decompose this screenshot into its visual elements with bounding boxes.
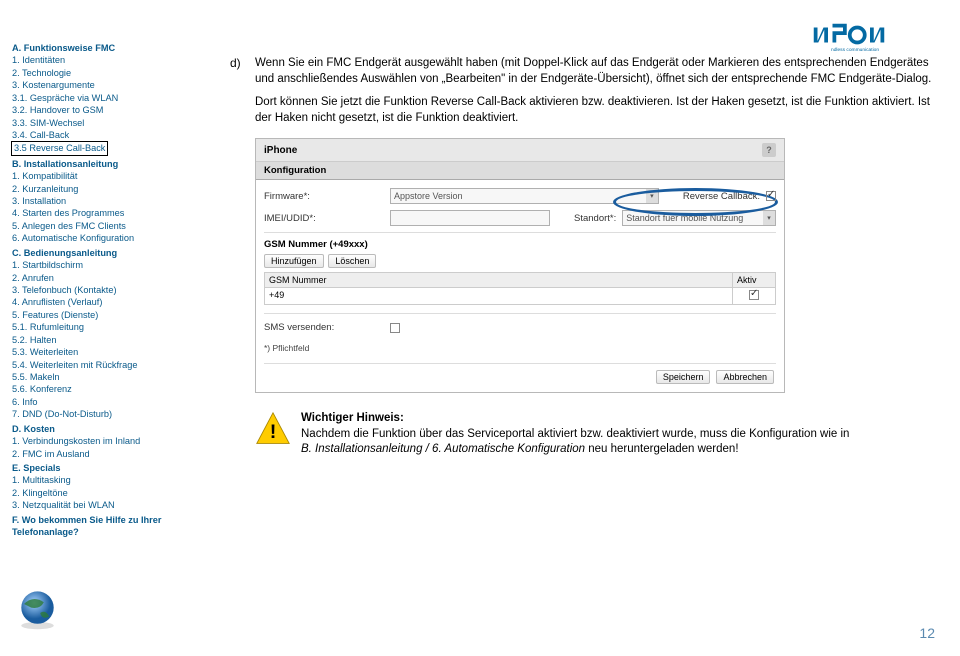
toc-a3[interactable]: 3. Kostenargumente (12, 79, 197, 91)
toc-a1[interactable]: 1. Identitäten (12, 54, 197, 66)
firmware-label: Firmware*: (264, 191, 384, 202)
sms-label: SMS versenden: (264, 322, 384, 333)
toc-f-head[interactable]: F. Wo bekommen Sie Hilfe zu Ihrer Telefo… (12, 514, 197, 539)
gsm-table-header: GSM Nummer Aktiv (264, 272, 776, 288)
sms-checkbox (390, 323, 400, 333)
toc-c54[interactable]: 5.4. Weiterleiten mit Rückfrage (12, 359, 197, 371)
toc-b1[interactable]: 1. Kompatibilität (12, 170, 197, 182)
toc-a34[interactable]: 3.4. Call-Back (12, 129, 197, 141)
toc-c53[interactable]: 5.3. Weiterleiten (12, 346, 197, 358)
toc-e2[interactable]: 2. Klingeltöne (12, 487, 197, 499)
toc-d-head[interactable]: D. Kosten (12, 423, 197, 435)
add-button: Hinzufügen (264, 254, 324, 268)
cancel-button: Abbrechen (716, 370, 774, 384)
toc-b3[interactable]: 3. Installation (12, 195, 197, 207)
toc-c51[interactable]: 5.1. Rufumleitung (12, 321, 197, 333)
standort-label: Standort*: (574, 213, 616, 224)
imei-label: IMEI/UDID*: (264, 213, 384, 224)
toc-c5[interactable]: 5. Features (Dienste) (12, 309, 197, 321)
required-footnote: *) Pflichtfeld (264, 343, 776, 353)
gsm-table-row: +49 (264, 288, 776, 305)
toc-b4[interactable]: 4. Starten des Programmes (12, 207, 197, 219)
toc-b5[interactable]: 5. Anlegen des FMC Clients (12, 220, 197, 232)
toc-c56[interactable]: 5.6. Konferenz (12, 383, 197, 395)
paragraph-1: Wenn Sie ein FMC Endgerät ausgewählt hab… (255, 56, 935, 87)
warning-box: ! Wichtiger Hinweis: Nachdem die Funktio… (255, 411, 935, 458)
gsm-section-header: GSM Nummer (+49xxx) (264, 239, 776, 250)
toc-e-head[interactable]: E. Specials (12, 462, 197, 474)
toc-c7[interactable]: 7. DND (Do-Not-Disturb) (12, 408, 197, 420)
gsm-value: +49 (265, 288, 733, 304)
page-number: 12 (919, 625, 935, 641)
toc-c2[interactable]: 2. Anrufen (12, 272, 197, 284)
toc-d1[interactable]: 1. Verbindungskosten im Inland (12, 435, 197, 447)
toc-b6[interactable]: 6. Automatische Konfiguration (12, 232, 197, 244)
warning-heading: Wichtiger Hinweis: (301, 412, 404, 424)
toc-e3[interactable]: 3. Netzqualität bei WLAN (12, 499, 197, 511)
step-label-d: d) (230, 56, 241, 70)
delete-button: Löschen (328, 254, 376, 268)
table-of-contents: A. Funktionsweise FMC 1. Identitäten 2. … (12, 40, 197, 538)
globe-icon (15, 586, 60, 631)
standort-select: Standort fuer mobile Nutzung▾ (622, 210, 776, 226)
toc-c1[interactable]: 1. Startbildschirm (12, 259, 197, 271)
toc-a35-current: 3.5 Reverse Call-Back (11, 141, 108, 155)
warning-line1b: B. Installationsanleitung / 6. Automatis… (301, 443, 585, 455)
toc-e1[interactable]: 1. Multitasking (12, 474, 197, 486)
toc-c4[interactable]: 4. Anruflisten (Verlauf) (12, 296, 197, 308)
chevron-down-icon: ▾ (646, 189, 658, 203)
dialog-tab-config: Konfiguration (256, 162, 784, 180)
toc-c6[interactable]: 6. Info (12, 396, 197, 408)
toc-b-head[interactable]: B. Installationsanleitung (12, 158, 197, 170)
reverse-callback-label: Reverse Callback: (683, 191, 760, 202)
warning-icon: ! (255, 411, 291, 452)
firmware-select: Appstore Version▾ (390, 188, 659, 204)
toc-d2[interactable]: 2. FMC im Ausland (12, 448, 197, 460)
toc-c55[interactable]: 5.5. Makeln (12, 371, 197, 383)
warning-line1c: neu heruntergeladen werden! (585, 443, 738, 455)
toc-a33[interactable]: 3.3. SIM-Wechsel (12, 117, 197, 129)
toc-a2[interactable]: 2. Technologie (12, 67, 197, 79)
toc-c52[interactable]: 5.2. Halten (12, 334, 197, 346)
toc-c3[interactable]: 3. Telefonbuch (Kontakte) (12, 284, 197, 296)
toc-a-head[interactable]: A. Funktionsweise FMC (12, 42, 197, 54)
paragraph-2: Dort können Sie jetzt die Funktion Rever… (255, 95, 935, 126)
imei-field (390, 210, 550, 226)
toc-a32[interactable]: 3.2. Handover to GSM (12, 104, 197, 116)
toc-c-head[interactable]: C. Bedienungsanleitung (12, 247, 197, 259)
toc-b2[interactable]: 2. Kurzanleitung (12, 183, 197, 195)
warning-line1a: Nachdem die Funktion über das Servicepor… (301, 428, 849, 440)
dialog-help-icon: ? (762, 143, 776, 157)
logo-tagline: ndless communication (831, 47, 879, 53)
dialog-title: iPhone (264, 145, 297, 156)
gsm-active-checkbox (749, 290, 759, 300)
brand-logo: ndless communication (810, 10, 930, 60)
config-dialog-screenshot: iPhone ? Konfiguration Firmware*: Appsto… (255, 138, 785, 393)
toc-a31[interactable]: 3.1. Gespräche via WLAN (12, 92, 197, 104)
reverse-callback-checkbox (766, 191, 776, 201)
save-button: Speichern (656, 370, 711, 384)
col-gsm-number: GSM Nummer (265, 273, 733, 287)
chevron-down-icon: ▾ (763, 211, 775, 225)
content-main: Wenn Sie ein FMC Endgerät ausgewählt hab… (255, 56, 935, 458)
col-aktiv: Aktiv (733, 273, 775, 287)
svg-text:!: ! (270, 421, 277, 443)
